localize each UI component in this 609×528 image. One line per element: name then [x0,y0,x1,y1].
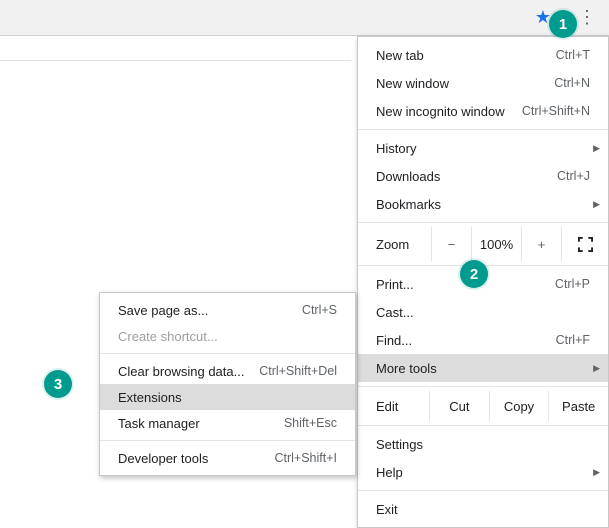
menu-separator [358,129,608,130]
menu-separator [358,425,608,426]
menu-label: New window [376,76,554,91]
menu-label: Exit [376,502,590,517]
menu-accel: Ctrl+J [557,169,590,183]
menu-label: Downloads [376,169,557,184]
menu-accel: Ctrl+F [556,333,590,347]
edit-label: Edit [358,391,430,421]
menu-label: Developer tools [118,451,274,466]
menu-label: Task manager [118,416,284,431]
zoom-label: Zoom [358,227,432,261]
submenu-create-shortcut: Create shortcut... [100,323,355,349]
menu-edit-row: Edit Cut Copy Paste [358,391,608,421]
menu-accel: Ctrl+P [555,277,590,291]
page-divider [0,60,351,61]
zoom-out-button[interactable]: − [432,227,472,261]
menu-accel: Shift+Esc [284,416,337,430]
annotation-marker-3: 3 [44,370,72,398]
menu-label: Bookmarks [376,197,590,212]
fullscreen-button[interactable] [562,227,608,261]
submenu-extensions[interactable]: Extensions [100,384,355,410]
kebab-menu-button[interactable]: ⋮ [573,4,601,32]
fullscreen-icon [578,237,593,252]
menu-accel: Ctrl+Shift+Del [259,364,337,378]
menu-label: Cast... [376,305,590,320]
menu-label: Save page as... [118,303,302,318]
menu-more-tools[interactable]: More tools [358,354,608,382]
copy-button[interactable]: Copy [490,391,550,421]
menu-history[interactable]: History [358,134,608,162]
menu-zoom-row: Zoom − 100% + [358,227,608,261]
zoom-value: 100% [472,227,522,261]
menu-new-incognito[interactable]: New incognito window Ctrl+Shift+N [358,97,608,125]
submenu-clear-data[interactable]: Clear browsing data... Ctrl+Shift+Del [100,358,355,384]
menu-new-window[interactable]: New window Ctrl+N [358,69,608,97]
menu-label: Clear browsing data... [118,364,259,379]
menu-label: Settings [376,437,590,452]
menu-accel: Ctrl+T [556,48,590,62]
menu-label: New incognito window [376,104,522,119]
submenu-dev-tools[interactable]: Developer tools Ctrl+Shift+I [100,445,355,471]
menu-cast[interactable]: Cast... [358,298,608,326]
menu-find[interactable]: Find... Ctrl+F [358,326,608,354]
menu-separator [358,222,608,223]
more-tools-submenu: Save page as... Ctrl+S Create shortcut..… [99,292,356,476]
annotation-marker-1: 1 [549,10,577,38]
menu-bookmarks[interactable]: Bookmarks [358,190,608,218]
cut-button[interactable]: Cut [430,391,490,421]
menu-label: History [376,141,590,156]
menu-new-tab[interactable]: New tab Ctrl+T [358,41,608,69]
menu-downloads[interactable]: Downloads Ctrl+J [358,162,608,190]
menu-separator [100,353,355,354]
menu-exit[interactable]: Exit [358,495,608,523]
submenu-save-page[interactable]: Save page as... Ctrl+S [100,297,355,323]
menu-accel: Ctrl+S [302,303,337,317]
menu-separator [100,440,355,441]
menu-label: Find... [376,333,556,348]
menu-separator [358,386,608,387]
annotation-marker-2: 2 [460,260,488,288]
menu-accel: Ctrl+Shift+N [522,104,590,118]
paste-button[interactable]: Paste [549,391,608,421]
menu-label: New tab [376,48,556,63]
zoom-in-button[interactable]: + [522,227,562,261]
menu-settings[interactable]: Settings [358,430,608,458]
menu-label: Create shortcut... [118,329,337,344]
submenu-task-manager[interactable]: Task manager Shift+Esc [100,410,355,436]
menu-help[interactable]: Help [358,458,608,486]
menu-label: Help [376,465,590,480]
menu-accel: Ctrl+Shift+I [274,451,337,465]
menu-accel: Ctrl+N [554,76,590,90]
menu-label: Extensions [118,390,337,405]
menu-separator [358,490,608,491]
menu-label: More tools [376,361,590,376]
browser-toolbar: ★ ⋮ [0,0,609,36]
